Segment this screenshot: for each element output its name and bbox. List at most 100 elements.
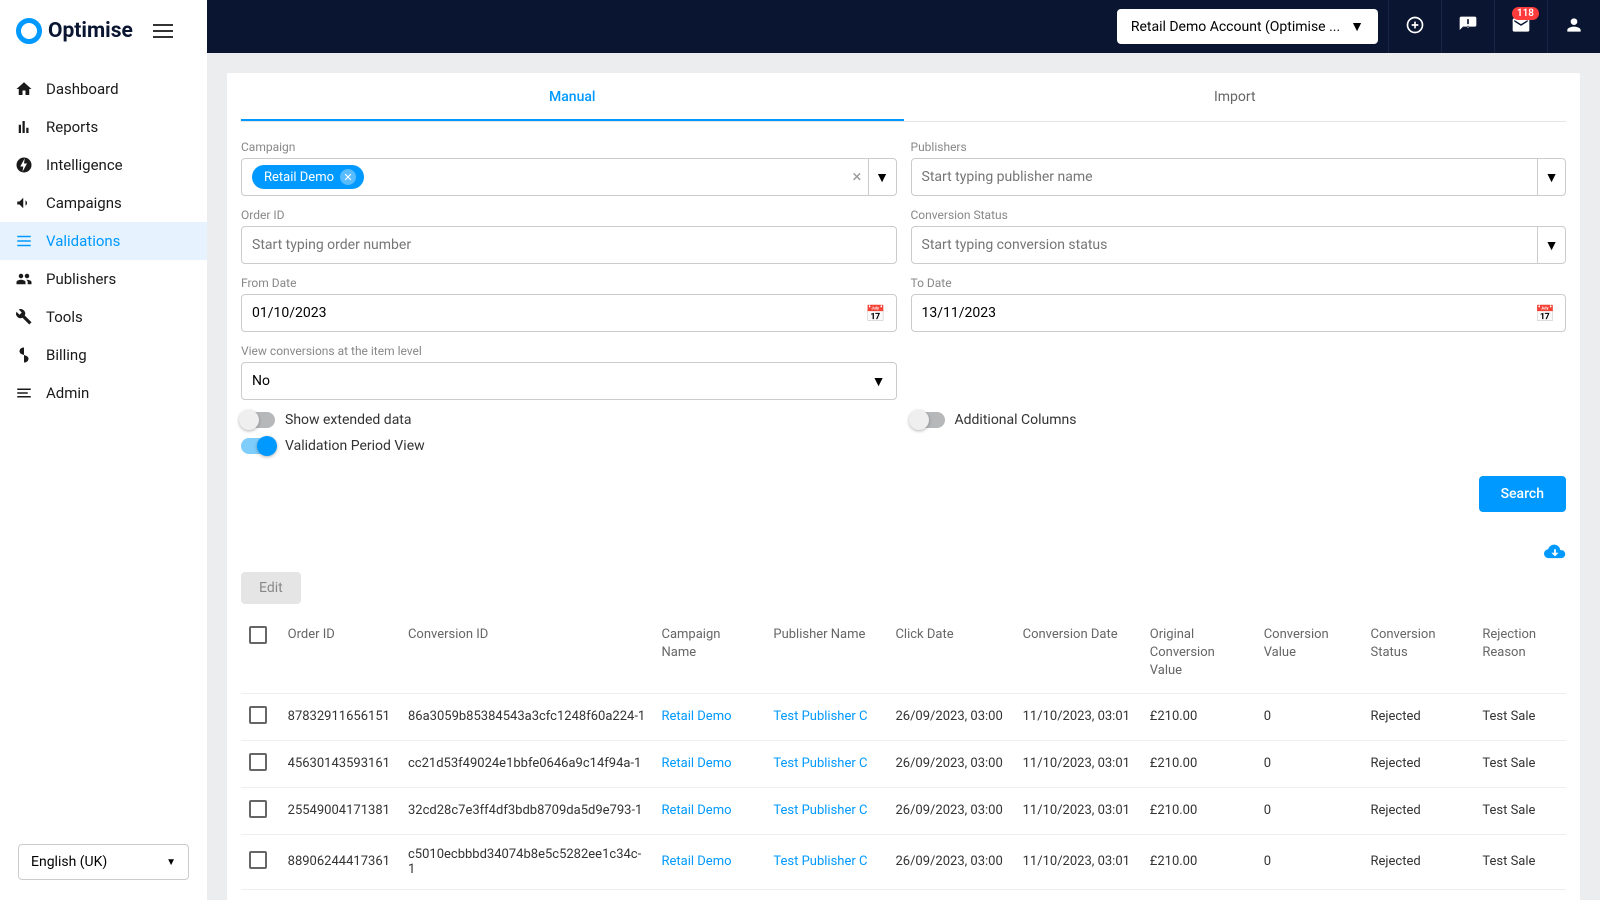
cell-order-id: 87832911656151 — [280, 693, 400, 740]
mail-button[interactable]: 118 — [1494, 0, 1547, 53]
sidebar-item-billing[interactable]: Billing — [0, 336, 207, 374]
th-conversion-status[interactable]: Conversion Status — [1362, 616, 1474, 693]
tab-import[interactable]: Import — [904, 73, 1567, 121]
calendar-icon[interactable]: 📅 — [866, 304, 886, 323]
toggle-extended-data[interactable] — [241, 412, 275, 428]
sidebar-item-validations[interactable]: Validations — [0, 222, 207, 260]
cloud-download-icon[interactable] — [1544, 540, 1566, 564]
publishers-label: Publishers — [911, 140, 1567, 154]
language-select[interactable]: English (UK) ▼ — [18, 844, 189, 880]
search-button[interactable]: Search — [1479, 476, 1566, 512]
cell-conversion-status: Rejected — [1362, 740, 1474, 787]
campaign-input[interactable]: Retail Demo ✕ × ▼ — [241, 158, 897, 196]
toggle-extended-label: Show extended data — [285, 412, 412, 428]
cell-original-value: £210.00 — [1142, 740, 1256, 787]
cell-conversion-value: 0 — [1256, 889, 1363, 900]
account-select[interactable]: Retail Demo Account (Optimise ... ▼ — [1117, 9, 1378, 44]
row-checkbox[interactable] — [249, 706, 267, 724]
item-level-select[interactable]: No ▼ — [241, 362, 897, 400]
sidebar-item-tools[interactable]: Tools — [0, 298, 207, 336]
th-rejection-reason[interactable]: Rejection Reason — [1474, 616, 1566, 693]
topbar: Retail Demo Account (Optimise ... ▼ 118 — [207, 0, 1600, 53]
order-id-input[interactable] — [241, 226, 897, 264]
th-order-id[interactable]: Order ID — [280, 616, 400, 693]
order-id-field[interactable] — [252, 237, 886, 253]
th-original-conversion-value[interactable]: Original Conversion Value — [1142, 616, 1256, 693]
campaign-link[interactable]: Retail Demo — [662, 854, 732, 869]
row-checkbox[interactable] — [249, 851, 267, 869]
campaign-link[interactable]: Retail Demo — [662, 709, 732, 724]
from-date-input[interactable]: 📅 — [241, 294, 897, 332]
th-conversion-date[interactable]: Conversion Date — [1015, 616, 1142, 693]
chevron-down-icon[interactable]: ▼ — [1537, 159, 1565, 195]
conversion-status-label: Conversion Status — [911, 208, 1567, 222]
publisher-link[interactable]: Test Publisher C — [773, 854, 867, 869]
campaign-link[interactable]: Retail Demo — [662, 803, 732, 818]
cell-conversion-date: 11/10/2023, 03:01 — [1015, 693, 1142, 740]
chevron-down-icon[interactable]: ▼ — [1537, 227, 1565, 263]
sidebar-item-campaigns[interactable]: Campaigns — [0, 184, 207, 222]
content-area: Manual Import Campaign Retail Demo ✕ — [207, 53, 1600, 900]
th-campaign-name[interactable]: Campaign Name — [654, 616, 766, 693]
conversion-status-field[interactable] — [922, 237, 1538, 253]
brand-name: Optimise — [48, 19, 133, 43]
profile-button[interactable] — [1547, 0, 1600, 53]
tab-manual[interactable]: Manual — [241, 73, 904, 121]
sidebar-item-label: Publishers — [46, 270, 116, 288]
publisher-link[interactable]: Test Publisher C — [773, 709, 867, 724]
th-conversion-id[interactable]: Conversion ID — [400, 616, 654, 693]
sidebar-item-label: Intelligence — [46, 156, 123, 174]
row-checkbox[interactable] — [249, 800, 267, 818]
row-checkbox[interactable] — [249, 753, 267, 771]
sidebar-item-intelligence[interactable]: Intelligence — [0, 146, 207, 184]
sidebar-item-label: Billing — [46, 346, 87, 364]
add-button[interactable] — [1388, 0, 1441, 53]
campaign-link[interactable]: Retail Demo — [662, 756, 732, 771]
to-date-input[interactable]: 📅 — [911, 294, 1567, 332]
sidebar-item-label: Admin — [46, 384, 89, 402]
conversion-status-input[interactable]: ▼ — [911, 226, 1567, 264]
sidebar-item-reports[interactable]: Reports — [0, 108, 207, 146]
table-row: 8783291165615186a3059b85384543a3cfc1248f… — [241, 693, 1566, 740]
toggle-validation-period[interactable] — [241, 438, 275, 454]
toggle-additional-columns[interactable] — [911, 412, 945, 428]
sidebar-item-admin[interactable]: Admin — [0, 374, 207, 412]
chevron-down-icon[interactable]: ▼ — [868, 159, 896, 195]
cell-original-value: £210.00 — [1142, 834, 1256, 889]
table-row: 45630143593161cc21d53f49024e1bbfe0646a9c… — [241, 740, 1566, 787]
to-date-label: To Date — [911, 276, 1567, 290]
from-date-field[interactable] — [252, 305, 866, 321]
th-click-date[interactable]: Click Date — [887, 616, 1014, 693]
cell-click-date: 26/09/2023, 03:00 — [887, 889, 1014, 900]
calendar-icon[interactable]: 📅 — [1535, 304, 1555, 323]
cell-order-id: 88906244417361 — [280, 834, 400, 889]
cell-conversion-id: c5010ecbbbd34074b8e5c5282ee1c34c-1 — [400, 834, 654, 889]
th-publisher-name[interactable]: Publisher Name — [765, 616, 887, 693]
announcement-button[interactable] — [1441, 0, 1494, 53]
chip-remove-icon[interactable]: ✕ — [340, 169, 356, 185]
sidebar-item-publishers[interactable]: Publishers — [0, 260, 207, 298]
to-date-field[interactable] — [922, 305, 1536, 321]
clear-icon[interactable]: × — [846, 167, 867, 187]
publisher-link[interactable]: Test Publisher C — [773, 756, 867, 771]
sidebar-item-dashboard[interactable]: Dashboard — [0, 70, 207, 108]
brand-logo[interactable]: Optimise — [16, 18, 133, 44]
sidebar-item-label: Dashboard — [46, 80, 119, 98]
cell-rejection-reason: Test Sale — [1474, 834, 1566, 889]
cell-conversion-value: 0 — [1256, 834, 1363, 889]
sidebar: Optimise Dashboard Reports Intelligence … — [0, 0, 207, 900]
cell-conversion-id: cc21d53f49024e1bbfe0646a9c14f94a-1 — [400, 740, 654, 787]
cell-original-value: £210.00 — [1142, 693, 1256, 740]
tabs: Manual Import — [241, 73, 1566, 122]
cell-conversion-date: 11/10/2023, 03:01 — [1015, 889, 1142, 900]
sidebar-item-label: Campaigns — [46, 194, 122, 212]
publishers-field[interactable] — [922, 169, 1538, 185]
th-conversion-value[interactable]: Conversion Value — [1256, 616, 1363, 693]
cell-conversion-status: Rejected — [1362, 834, 1474, 889]
select-all-checkbox[interactable] — [249, 626, 267, 644]
results-table: Order ID Conversion ID Campaign Name Pub… — [241, 616, 1566, 900]
publisher-link[interactable]: Test Publisher C — [773, 803, 867, 818]
menu-toggle-icon[interactable] — [153, 24, 173, 38]
cell-conversion-date: 11/10/2023, 03:01 — [1015, 740, 1142, 787]
publishers-input[interactable]: ▼ — [911, 158, 1567, 196]
